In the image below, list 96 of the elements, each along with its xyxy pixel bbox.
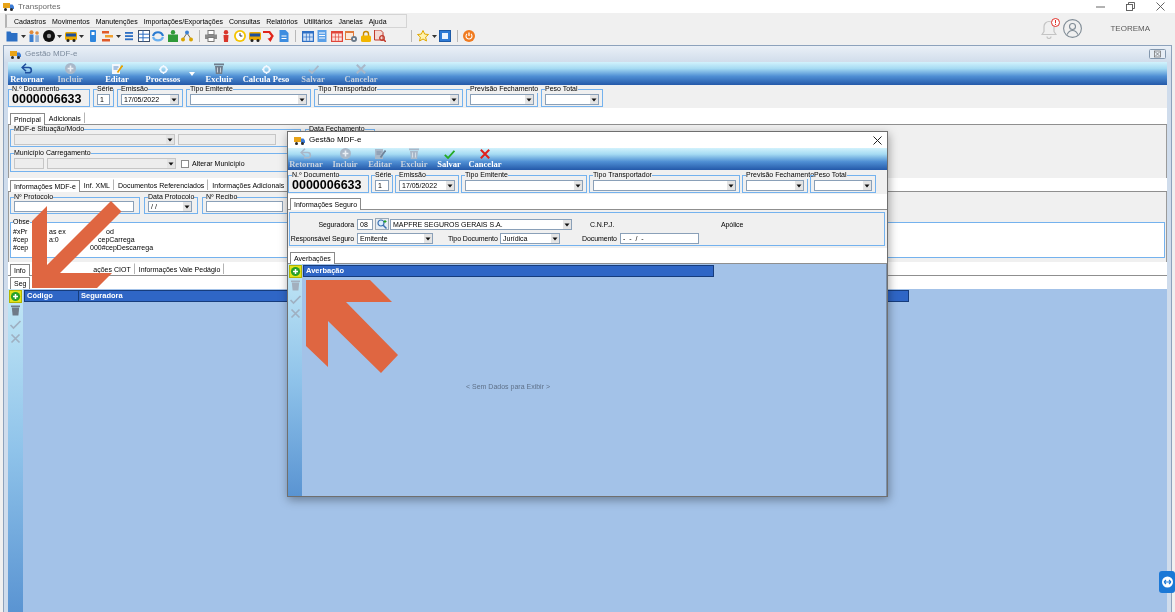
network-icon[interactable]	[181, 30, 193, 42]
document-search-icon[interactable]	[374, 30, 386, 42]
check-icon	[443, 150, 455, 159]
truck-icon	[3, 2, 14, 11]
caret-icon[interactable]	[20, 34, 26, 38]
toolbar-button[interactable]: Excluir	[198, 62, 240, 85]
caret-icon	[446, 180, 454, 190]
dropdown-field[interactable]	[545, 93, 599, 105]
text-field[interactable]	[14, 201, 134, 212]
plus-circle-icon	[64, 63, 76, 74]
caret-icon	[727, 180, 735, 190]
list-icon[interactable]	[123, 30, 135, 42]
dialog-title: Gestão MDF-e	[309, 135, 362, 145]
back-arrow-icon	[300, 148, 312, 159]
double-arrow-tab-icon[interactable]	[1159, 571, 1175, 593]
caret-icon	[574, 180, 582, 190]
exchange-icon[interactable]	[152, 30, 164, 42]
trash-icon	[214, 63, 224, 74]
star-icon[interactable]	[417, 30, 429, 42]
dropdown-field[interactable]	[190, 93, 307, 105]
toolbar-button[interactable]: Salvar	[434, 148, 464, 170]
edit-icon	[111, 63, 123, 74]
back-arrow-icon	[21, 63, 33, 74]
window-title: Transportes	[18, 1, 61, 12]
document-number: 0000006633	[12, 92, 82, 106]
search-icon	[377, 219, 387, 229]
caret-icon[interactable]	[431, 34, 437, 38]
dropdown-field[interactable]	[318, 93, 459, 105]
caret-icon	[183, 202, 191, 211]
caret-icon[interactable]	[115, 34, 121, 38]
printer-icon[interactable]	[205, 30, 217, 42]
caret-icon	[167, 159, 175, 168]
window-title: Gestão MDF-e	[25, 49, 78, 59]
text-field[interactable]	[206, 201, 283, 212]
dropdown-field[interactable]	[465, 179, 583, 191]
caret-icon	[166, 134, 174, 144]
toolbar-button[interactable]: Retornar	[8, 62, 46, 85]
caret-icon	[170, 94, 178, 104]
toolbar-button[interactable]: Editar	[94, 62, 140, 85]
restore-icon[interactable]	[1126, 2, 1135, 11]
caret-icon	[863, 180, 871, 190]
caret-icon	[551, 233, 559, 243]
calendar-gear-icon[interactable]	[345, 30, 357, 42]
calendar-icon[interactable]	[330, 30, 343, 42]
caret-icon	[189, 72, 195, 76]
alert-badge-icon	[1051, 17, 1061, 27]
checkbox[interactable]	[181, 159, 189, 168]
check-icon	[307, 65, 319, 74]
document-icon[interactable]	[277, 30, 290, 42]
cross-icon	[480, 149, 490, 159]
gear-icon	[158, 65, 168, 74]
toolbar-button[interactable]: Cancelar	[464, 148, 506, 170]
document-number: 0000006633	[292, 178, 362, 192]
dropdown-field[interactable]	[746, 179, 804, 191]
caret-icon	[424, 233, 432, 243]
bell-icon	[1041, 18, 1058, 39]
user-avatar-icon[interactable]	[1063, 19, 1083, 38]
bus-icon[interactable]	[64, 30, 77, 42]
caret-icon	[525, 94, 533, 104]
caret-icon	[795, 180, 803, 190]
search-button[interactable]	[375, 218, 389, 230]
caret-icon	[450, 94, 458, 104]
gear-icon	[261, 65, 271, 74]
dropdown-field[interactable]	[593, 179, 736, 191]
caret-icon	[590, 94, 598, 104]
plus-circle-icon	[339, 148, 351, 159]
caret-icon[interactable]	[57, 34, 62, 38]
caret-icon	[563, 219, 571, 229]
trash-icon	[409, 148, 419, 159]
box-icon[interactable]	[166, 30, 179, 42]
toolbar-button[interactable]: Processos	[140, 62, 198, 85]
close-icon[interactable]	[873, 135, 882, 145]
window-icon[interactable]	[439, 30, 451, 42]
form-icon[interactable]	[316, 30, 328, 42]
caret-icon	[298, 94, 306, 104]
plus-circle-icon[interactable]	[9, 290, 22, 303]
people-icon[interactable]	[28, 30, 40, 42]
dropdown-field[interactable]	[470, 93, 534, 105]
folder-icon[interactable]	[6, 30, 18, 42]
truck-icon	[10, 49, 21, 59]
bus-icon[interactable]	[248, 30, 261, 42]
calendar-icon[interactable]	[301, 30, 314, 42]
caret-icon[interactable]	[79, 34, 84, 38]
cross-icon	[356, 64, 366, 74]
plus-circle-icon[interactable]	[288, 265, 302, 278]
edit-icon	[374, 148, 386, 159]
lock-icon[interactable]	[359, 30, 372, 42]
bent-arrow-icon[interactable]	[263, 30, 275, 42]
dropdown-field[interactable]	[814, 179, 872, 191]
trash-icon[interactable]	[9, 304, 22, 317]
power-icon[interactable]	[463, 30, 475, 42]
table-icon[interactable]	[137, 30, 150, 42]
truck-icon	[294, 135, 305, 145]
toolbar-button[interactable]: Calcula Peso	[240, 62, 292, 85]
tire-icon[interactable]	[42, 30, 55, 42]
user-name: TEOREMA	[1110, 23, 1150, 34]
